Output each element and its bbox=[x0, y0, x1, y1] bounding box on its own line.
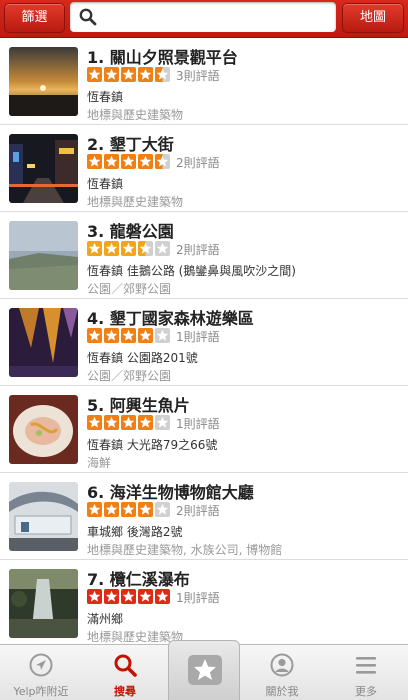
review-count: 1則評語 bbox=[176, 417, 220, 431]
waterfall-photo-thumbnail bbox=[9, 569, 78, 638]
result-title[interactable]: 1. 關山夕照景觀平台 bbox=[87, 44, 402, 68]
top-navigation-bar: 篩選 地圖 bbox=[0, 0, 408, 38]
result-row[interactable]: 1. 關山夕照景觀平台 3則評語 恆春鎮 地標與歷史建築物 bbox=[0, 38, 408, 125]
review-count: 2則評語 bbox=[176, 243, 220, 257]
result-category: 海鮮 bbox=[87, 456, 112, 470]
star-icon bbox=[138, 67, 153, 82]
review-count: 3則評語 bbox=[176, 69, 220, 83]
result-title[interactable]: 3. 龍磐公園 bbox=[87, 218, 402, 242]
result-title[interactable]: 2. 墾丁大街 bbox=[87, 131, 402, 155]
results-list[interactable]: 1. 關山夕照景觀平台 3則評語 恆春鎮 地標與歷史建築物 2. 墾丁大街 2則… bbox=[0, 38, 408, 644]
tab-label: 關於我 bbox=[265, 685, 299, 698]
tab-check-in[interactable] bbox=[168, 640, 240, 700]
star-icon bbox=[155, 415, 170, 430]
cave-photo-thumbnail bbox=[9, 308, 78, 377]
star-icon bbox=[155, 154, 170, 169]
star-icon bbox=[121, 589, 136, 604]
result-category: 地標與歷史建築物, 水族公司, 博物館 bbox=[87, 543, 283, 557]
map-button[interactable]: 地圖 bbox=[342, 3, 404, 33]
review-count: 2則評語 bbox=[176, 156, 220, 170]
star-icon bbox=[104, 502, 119, 517]
star-icon bbox=[87, 328, 102, 343]
tab-nearby[interactable]: Yelp咋附近 bbox=[0, 645, 82, 700]
star-icon bbox=[87, 154, 102, 169]
star-icon bbox=[121, 415, 136, 430]
star-icon bbox=[121, 154, 136, 169]
tab-search[interactable]: 搜尋 bbox=[84, 645, 166, 700]
star-icon bbox=[104, 241, 119, 256]
star-icon bbox=[155, 328, 170, 343]
grassland-photo-thumbnail bbox=[9, 221, 78, 290]
star-icon bbox=[104, 328, 119, 343]
filter-button[interactable]: 篩選 bbox=[4, 3, 65, 33]
search-icon bbox=[79, 8, 97, 26]
tab-label: 更多 bbox=[355, 685, 377, 698]
star-icon bbox=[121, 67, 136, 82]
tab-about-me[interactable]: 關於我 bbox=[241, 645, 323, 700]
result-row[interactable]: 5. 阿興生魚片 1則評語 恆春鎮 大光路79之66號 海鮮 bbox=[0, 386, 408, 473]
result-row[interactable]: 7. 欖仁溪瀑布 1則評語 滿州鄉 地標與歷史建築物 bbox=[0, 560, 408, 644]
search-input[interactable] bbox=[102, 5, 328, 29]
sunset-photo-thumbnail bbox=[9, 47, 78, 116]
compass-icon bbox=[29, 653, 53, 677]
aquarium-photo-thumbnail bbox=[9, 482, 78, 551]
star-icon bbox=[104, 589, 119, 604]
tab-label: 搜尋 bbox=[114, 685, 136, 698]
star-icon bbox=[138, 241, 153, 256]
star-icon bbox=[87, 241, 102, 256]
result-address: 恆春鎮 佳鵝公路 (鵝鑾鼻與風吹沙之間) bbox=[87, 264, 296, 278]
star-icon bbox=[138, 154, 153, 169]
star-badge-icon bbox=[188, 655, 222, 685]
star-icon bbox=[138, 328, 153, 343]
result-title[interactable]: 4. 墾丁國家森林遊樂區 bbox=[87, 305, 402, 329]
result-category: 地標與歷史建築物 bbox=[87, 630, 184, 644]
result-row[interactable]: 2. 墾丁大街 2則評語 恆春鎮 地標與歷史建築物 bbox=[0, 125, 408, 212]
result-category: 地標與歷史建築物 bbox=[87, 195, 184, 209]
star-icon bbox=[87, 589, 102, 604]
result-address: 恆春鎮 bbox=[87, 90, 124, 104]
star-icon bbox=[155, 502, 170, 517]
tab-label: Yelp咋附近 bbox=[13, 685, 69, 698]
star-icon bbox=[155, 589, 170, 604]
result-title[interactable]: 5. 阿興生魚片 bbox=[87, 392, 402, 416]
star-icon bbox=[138, 415, 153, 430]
person-icon bbox=[270, 653, 294, 677]
result-address: 車城鄉 後灣路2號 bbox=[87, 525, 183, 539]
result-title[interactable]: 7. 欖仁溪瀑布 bbox=[87, 566, 402, 590]
review-count: 1則評語 bbox=[176, 330, 220, 344]
star-icon bbox=[155, 241, 170, 256]
star-icon bbox=[155, 67, 170, 82]
star-icon bbox=[87, 415, 102, 430]
search-box[interactable] bbox=[70, 2, 336, 32]
star-icon bbox=[104, 415, 119, 430]
star-icon bbox=[104, 67, 119, 82]
bottom-tab-bar: Yelp咋附近 搜尋 關於我 更多 bbox=[0, 640, 408, 700]
star-icon bbox=[87, 67, 102, 82]
star-icon bbox=[138, 589, 153, 604]
result-row[interactable]: 6. 海洋生物博物館大廳 2則評語 車城鄉 後灣路2號 地標與歷史建築物, 水族… bbox=[0, 473, 408, 560]
star-icon bbox=[138, 502, 153, 517]
result-address: 恆春鎮 bbox=[87, 177, 124, 191]
star-icon bbox=[121, 502, 136, 517]
result-category: 公園／郊野公園 bbox=[87, 282, 172, 296]
result-category: 地標與歷史建築物 bbox=[87, 108, 184, 122]
review-count: 2則評語 bbox=[176, 504, 220, 518]
review-count: 1則評語 bbox=[176, 591, 220, 605]
search-icon bbox=[114, 654, 137, 677]
menu-icon bbox=[356, 657, 376, 674]
result-row[interactable]: 4. 墾丁國家森林遊樂區 1則評語 恆春鎮 公園路201號 公園／郊野公園 bbox=[0, 299, 408, 386]
night-street-photo-thumbnail bbox=[9, 134, 78, 203]
star-icon bbox=[121, 241, 136, 256]
result-category: 公園／郊野公園 bbox=[87, 369, 172, 383]
sashimi-photo-thumbnail bbox=[9, 395, 78, 464]
result-row[interactable]: 3. 龍磐公園 2則評語 恆春鎮 佳鵝公路 (鵝鑾鼻與風吹沙之間) 公園／郊野公… bbox=[0, 212, 408, 299]
tab-more[interactable]: 更多 bbox=[325, 645, 407, 700]
result-address: 恆春鎮 大光路79之66號 bbox=[87, 438, 218, 452]
result-address: 恆春鎮 公園路201號 bbox=[87, 351, 198, 365]
star-icon bbox=[87, 502, 102, 517]
result-address: 滿州鄉 bbox=[87, 612, 124, 626]
star-icon bbox=[121, 328, 136, 343]
result-title[interactable]: 6. 海洋生物博物館大廳 bbox=[87, 479, 402, 503]
star-icon bbox=[104, 154, 119, 169]
